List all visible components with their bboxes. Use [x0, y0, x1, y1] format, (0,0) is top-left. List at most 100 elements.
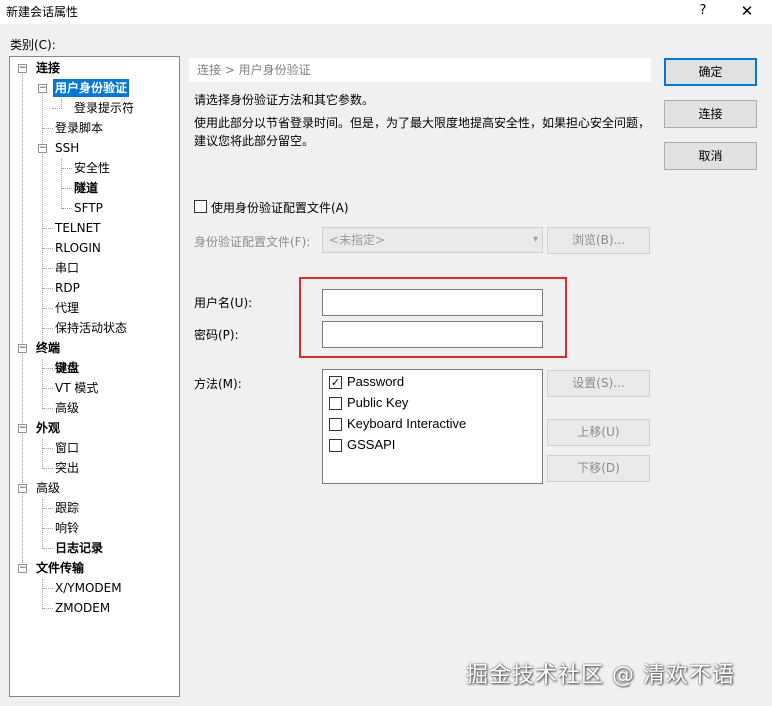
- tree-guide-line: [62, 208, 72, 209]
- tree-item-bell[interactable]: 响铃: [53, 519, 81, 537]
- tree-item-sftp[interactable]: SFTP: [72, 199, 105, 217]
- collapse-icon[interactable]: −: [18, 424, 27, 433]
- collapse-icon[interactable]: −: [18, 484, 27, 493]
- profile-select-value: <未指定>: [329, 233, 386, 247]
- help-button[interactable]: ?: [682, 0, 724, 22]
- move-up-button: 上移(U): [547, 419, 650, 446]
- tree-guide-line: [61, 159, 62, 209]
- method-label-password: Password: [347, 374, 405, 389]
- tree-guide-line: [61, 99, 62, 109]
- tree-guide-line: [62, 188, 72, 189]
- tree-item-security[interactable]: 安全性: [72, 159, 112, 177]
- tree-guide-line: [43, 128, 53, 129]
- tree-item-login-script[interactable]: 登录脚本: [53, 119, 105, 137]
- tree-guide-line: [43, 448, 53, 449]
- collapse-icon[interactable]: −: [18, 344, 27, 353]
- watermark: 掘金技术社区 @ 清欢不语: [466, 663, 735, 688]
- tree-item-user-auth[interactable]: 用户身份验证: [53, 79, 130, 97]
- tree-item-rlogin[interactable]: RLOGIN: [53, 239, 103, 257]
- browse-button: 浏览(B)...: [547, 227, 650, 254]
- tree-item-logging[interactable]: 日志记录: [53, 539, 105, 557]
- tree-item-telnet[interactable]: TELNET: [53, 219, 103, 237]
- category-label: 类别(C):: [10, 38, 56, 52]
- tree-item-serial[interactable]: 串口: [53, 259, 81, 277]
- tree-guide-line: [43, 308, 53, 309]
- settings-button: 设置(S)...: [547, 370, 650, 397]
- tree-guide-line: [52, 108, 60, 109]
- tree-guide-line: [42, 359, 43, 409]
- tree-guide-line: [42, 499, 43, 549]
- intro-text: 请选择身份验证方法和其它参数。: [194, 93, 375, 107]
- tree-item-file-transfer[interactable]: 文件传输: [34, 559, 86, 577]
- collapse-icon[interactable]: −: [38, 84, 47, 93]
- tree-item-terminal-advanced[interactable]: 高级: [53, 399, 81, 417]
- title-bar: 新建会话属性 ? ✕: [0, 0, 772, 24]
- tree-item-rdp[interactable]: RDP: [53, 279, 82, 297]
- gssapi-method-checkbox[interactable]: [329, 439, 342, 452]
- tree-item-keep-alive[interactable]: 保持活动状态: [53, 319, 129, 337]
- auth-method-list[interactable]: ✓ Password Public Key Keyboard Interacti…: [322, 369, 543, 484]
- tree-guide-line: [42, 439, 43, 469]
- tree-item-advanced[interactable]: 高级: [34, 479, 62, 497]
- tree-guide-line: [43, 588, 53, 589]
- tree-item-login-prompts[interactable]: 登录提示符: [72, 99, 136, 117]
- tree-guide-line: [43, 528, 53, 529]
- close-button[interactable]: ✕: [726, 0, 768, 22]
- tree-item-window[interactable]: 窗口: [53, 439, 81, 457]
- tree-item-connection[interactable]: 连接: [34, 59, 62, 77]
- tree-item-tunneling[interactable]: 隧道: [72, 179, 100, 197]
- profile-select: <未指定> ▾: [322, 227, 543, 253]
- tree-guide-line: [22, 69, 23, 569]
- method-label-keyboard-interactive: Keyboard Interactive: [347, 416, 467, 431]
- tree-item-zmodem[interactable]: ZMODEM: [53, 599, 112, 617]
- collapse-icon[interactable]: −: [38, 144, 47, 153]
- category-tree[interactable]: − 连接 − 用户身份验证 登录提示符 登录脚本 − SSH 安全性 隧道 SF…: [9, 56, 180, 697]
- cancel-button[interactable]: 取消: [664, 142, 757, 170]
- credentials-highlight-box: [299, 277, 567, 358]
- method-label: 方法(M):: [194, 377, 242, 391]
- collapse-icon[interactable]: −: [18, 64, 27, 73]
- tree-item-appearance[interactable]: 外观: [34, 419, 62, 437]
- use-profile-label: 使用身份验证配置文件(A): [211, 201, 349, 215]
- tree-guide-line: [43, 408, 53, 409]
- tree-guide-line: [43, 368, 53, 369]
- tree-guide-line: [43, 288, 53, 289]
- tree-guide-line: [43, 508, 53, 509]
- password-label: 密码(P):: [194, 328, 239, 342]
- tree-item-vt-modes[interactable]: VT 模式: [53, 379, 100, 397]
- move-down-button: 下移(D): [547, 455, 650, 482]
- tree-guide-line: [42, 579, 43, 609]
- tree-item-proxy[interactable]: 代理: [53, 299, 81, 317]
- tree-guide-line: [43, 228, 53, 229]
- tree-guide-line: [43, 248, 53, 249]
- password-method-checkbox[interactable]: ✓: [329, 376, 342, 389]
- use-profile-checkbox[interactable]: [194, 200, 207, 213]
- chevron-down-icon: ▾: [532, 234, 538, 245]
- tree-item-ssh[interactable]: SSH: [53, 139, 81, 157]
- tree-item-xymodem[interactable]: X/YMODEM: [53, 579, 124, 597]
- breadcrumb: 连接 > 用户身份验证: [189, 58, 651, 82]
- keyboard-interactive-method-checkbox[interactable]: [329, 418, 342, 431]
- tree-guide-line: [43, 268, 53, 269]
- tree-item-highlight[interactable]: 突出: [53, 459, 81, 477]
- publickey-method-checkbox[interactable]: [329, 397, 342, 410]
- method-label-publickey: Public Key: [347, 395, 409, 410]
- tree-guide-line: [43, 468, 53, 469]
- tree-guide-line: [43, 388, 53, 389]
- tree-item-keyboard[interactable]: 键盘: [53, 359, 81, 377]
- tree-guide-line: [43, 548, 53, 549]
- tree-item-terminal[interactable]: 终端: [34, 339, 62, 357]
- connect-button[interactable]: 连接: [664, 100, 757, 128]
- tree-guide-line: [43, 328, 53, 329]
- tree-item-trace[interactable]: 跟踪: [53, 499, 81, 517]
- username-label: 用户名(U):: [194, 296, 253, 310]
- tree-guide-line: [62, 168, 72, 169]
- description-line-2: 建议您将此部分留空。: [194, 134, 315, 148]
- method-label-gssapi: GSSAPI: [347, 437, 396, 452]
- collapse-icon[interactable]: −: [18, 564, 27, 573]
- tree-guide-line: [43, 608, 53, 609]
- description-line-1: 使用此部分以节省登录时间。但是，为了最大限度地提高安全性，如果担心安全问题，: [194, 116, 651, 130]
- profile-label: 身份验证配置文件(F):: [194, 235, 311, 249]
- window-title: 新建会话属性: [6, 5, 79, 19]
- ok-button[interactable]: 确定: [664, 58, 757, 86]
